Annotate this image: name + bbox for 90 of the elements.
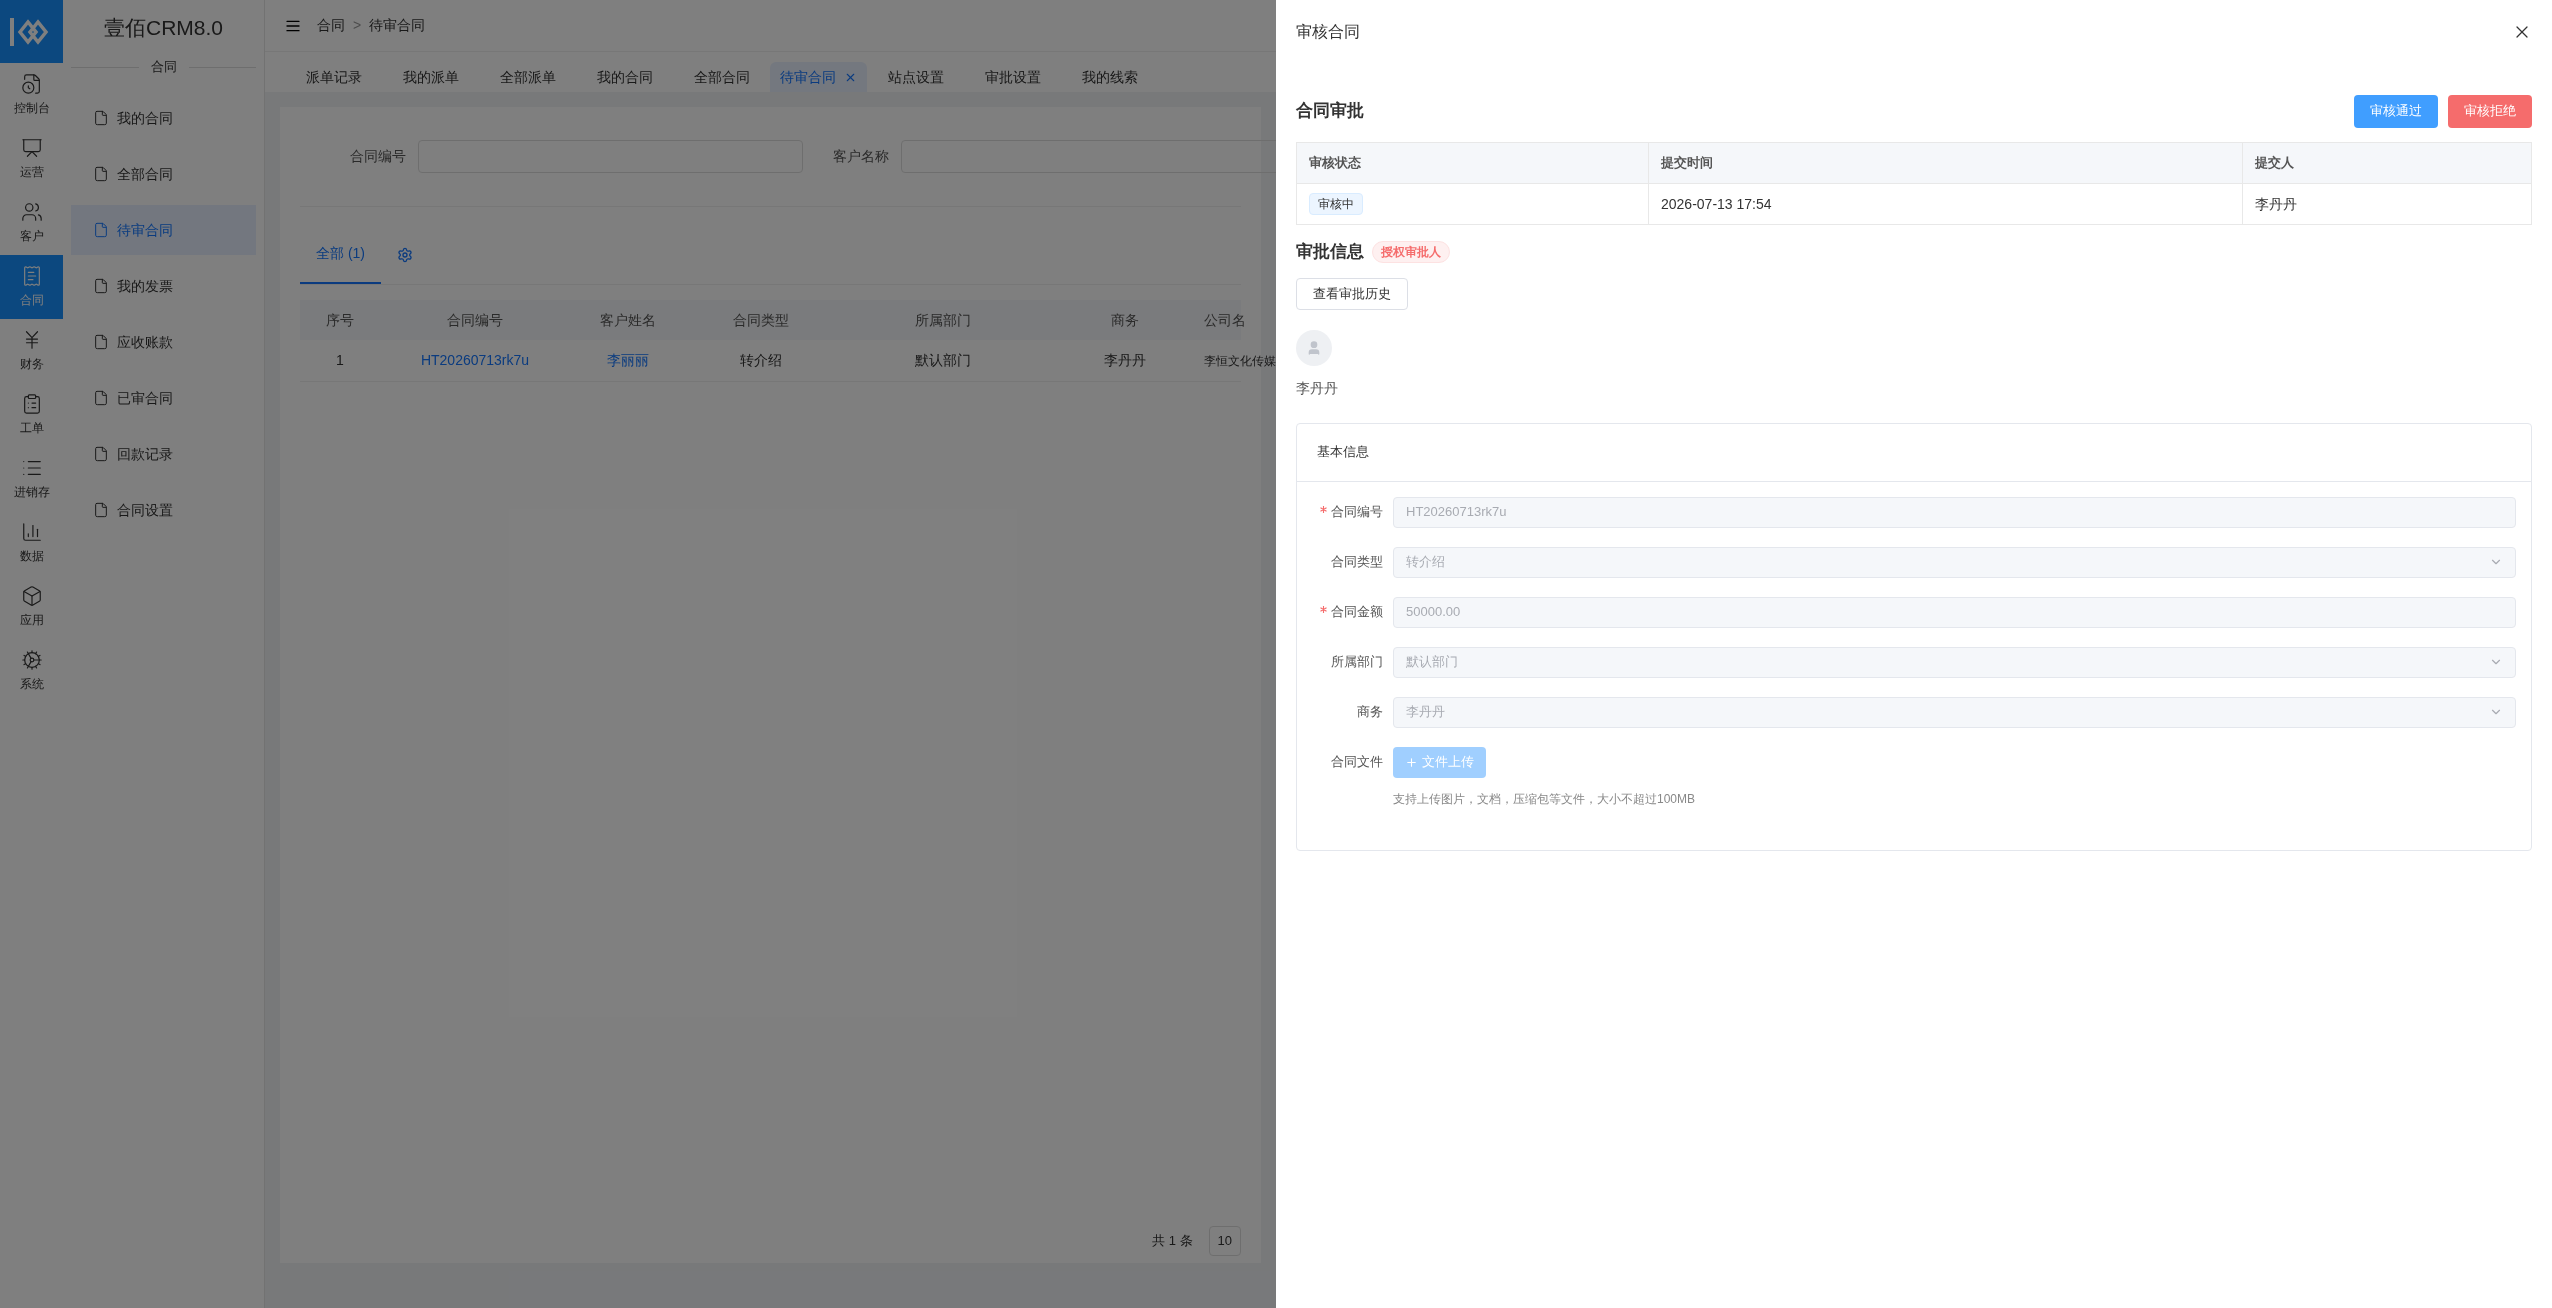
column-header: 提交人: [2255, 154, 2294, 173]
table-cell: 默认部门: [915, 352, 971, 368]
document-icon: [93, 166, 109, 182]
rail-item[interactable]: 客户: [0, 191, 63, 255]
column-header: 序号: [326, 311, 354, 328]
settings-icon[interactable]: [397, 246, 413, 263]
approve-button[interactable]: 审核通过: [2354, 94, 2438, 128]
card-title: 基本信息: [1317, 443, 1369, 462]
rail-item[interactable]: 运营: [0, 127, 63, 191]
total-count: 共 1 条: [1152, 1232, 1193, 1251]
avatar-icon: [1296, 329, 1332, 366]
document-icon: [93, 222, 109, 238]
table-cell: 转介绍: [740, 352, 782, 368]
filter-label: 客户名称: [833, 147, 889, 166]
filter-label: 合同编号: [350, 147, 406, 166]
rail-item[interactable]: 工单: [0, 383, 63, 447]
table-cell-text: 李丹丹: [2255, 194, 2297, 214]
column-header: 公司名: [1204, 311, 1246, 328]
section-heading: 合同审批: [1296, 100, 1364, 123]
sidebar-item[interactable]: 回款记录: [71, 429, 256, 479]
sidebar-item[interactable]: 待审合同: [71, 205, 256, 255]
approver-name: 李丹丹: [1296, 378, 1339, 398]
page-tab[interactable]: 我的合同: [576, 62, 673, 92]
presentation-chart-icon: [20, 137, 43, 159]
cube-icon: [20, 585, 43, 607]
rail-item[interactable]: 数据: [0, 511, 63, 575]
column-header: 合同类型: [733, 311, 789, 328]
page-tab[interactable]: 待审合同: [770, 62, 867, 92]
history-button[interactable]: 查看审批历史: [1296, 277, 1408, 310]
sidebar-item[interactable]: 我的合同: [71, 93, 256, 143]
role-badge: 授权审批人: [1372, 240, 1450, 263]
link[interactable]: 李丽丽: [607, 352, 649, 368]
document-icon: [93, 446, 109, 462]
sidebar-item[interactable]: 全部合同: [71, 149, 256, 199]
rail-item[interactable]: 财务: [0, 319, 63, 383]
table-cell: 1: [336, 352, 344, 368]
list-tab[interactable]: 全部 (1): [300, 225, 381, 284]
page-tab[interactable]: 派单记录: [285, 62, 382, 92]
plus-icon: [1405, 755, 1418, 769]
reject-button[interactable]: 审核拒绝: [2448, 94, 2532, 128]
column-header: 商务: [1111, 311, 1139, 328]
sidebar-item[interactable]: 合同设置: [71, 485, 256, 535]
document-icon: [93, 110, 109, 126]
table-cell-text: 2026-07-13 17:54: [1661, 194, 1772, 214]
column-header: 提交时间: [1661, 154, 1713, 173]
column-header: 合同编号: [447, 311, 503, 328]
upload-hint: 支持上传图片，文档，压缩包等文件，大小不超过100MB: [1393, 790, 1696, 808]
page-tab[interactable]: 我的线索: [1061, 62, 1158, 92]
page-size-select[interactable]: 10: [1208, 1226, 1241, 1256]
users-icon: [20, 201, 43, 223]
field-label: 商务: [1357, 703, 1383, 722]
breadcrumb-separator: >: [353, 16, 362, 35]
document-icon: [93, 334, 109, 350]
section-heading: 审批信息: [1296, 241, 1364, 263]
rail-item[interactable]: 应用: [0, 575, 63, 639]
link[interactable]: HT20260713rk7u: [420, 352, 530, 368]
field-label: 合同类型: [1331, 553, 1383, 572]
table-cell: 李丹丹: [1104, 352, 1146, 368]
page-tab[interactable]: 审批设置: [964, 62, 1061, 92]
sidebar-item[interactable]: 已审合同: [71, 373, 256, 423]
field-label: 合同文件: [1331, 753, 1383, 772]
section-title: 合同: [150, 58, 177, 77]
page-tab[interactable]: 站点设置: [867, 62, 964, 92]
document-icon: [93, 390, 109, 406]
page-tab[interactable]: 我的派单: [382, 62, 479, 92]
document-icon: [93, 502, 109, 518]
column-header: 审核状态: [1309, 154, 1361, 173]
field-label: 合同编号: [1331, 503, 1383, 522]
column-header: 所属部门: [915, 311, 971, 328]
page-tab[interactable]: 全部派单: [479, 62, 576, 92]
rail-item[interactable]: 合同: [0, 255, 63, 319]
rail-item[interactable]: 系统: [0, 639, 63, 703]
clock-document-icon: [20, 73, 43, 95]
breadcrumb-item[interactable]: 合同: [317, 15, 345, 36]
sidebar-item[interactable]: 应收账款: [71, 317, 256, 367]
gear-icon: [20, 649, 43, 671]
sidebar-item[interactable]: 我的发票: [71, 261, 256, 311]
table-cell: 李恒文化传媒: [1204, 353, 1276, 368]
field-label: 合同金额: [1331, 603, 1383, 622]
rail-item[interactable]: 进销存: [0, 447, 63, 511]
field-label: 所属部门: [1331, 653, 1383, 672]
bar-chart-icon: [20, 521, 43, 543]
app-title: 壹佰CRM8.0: [103, 14, 224, 41]
column-header: 客户姓名: [600, 311, 656, 328]
drawer-title: 审核合同: [1296, 22, 1360, 42]
rail-item[interactable]: 控制台: [0, 63, 63, 127]
breadcrumb-item[interactable]: 待审合同: [369, 15, 426, 36]
page-tab[interactable]: 全部合同: [673, 62, 770, 92]
status-tag: 审核中: [1309, 193, 1363, 215]
document-icon: [93, 278, 109, 294]
